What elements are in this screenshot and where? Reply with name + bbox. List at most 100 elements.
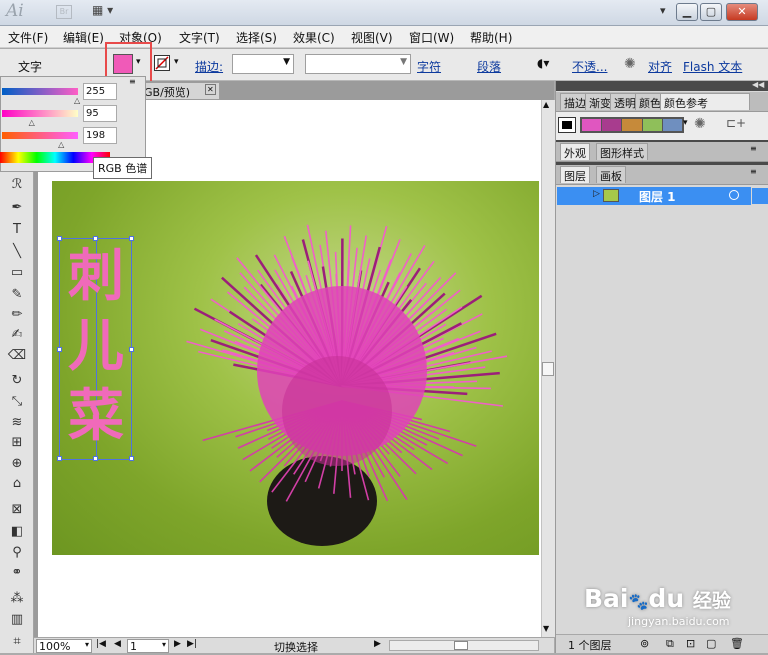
rotate-tool-icon[interactable]: ↻ [6, 372, 28, 390]
new-layer-icon[interactable]: ▢ [706, 637, 716, 650]
green-slider[interactable] [2, 110, 78, 117]
mode-arrow-icon[interactable]: ▶ [374, 639, 381, 649]
harmony-swatches[interactable] [580, 117, 684, 133]
green-value-field[interactable]: 95 [83, 105, 117, 122]
red-value-field[interactable]: 255 [83, 83, 117, 100]
menu-view[interactable]: 视图(V) [351, 29, 393, 46]
rectangle-tool-icon[interactable]: ▭ [6, 264, 28, 282]
paragraph-link[interactable]: 段落 [477, 58, 501, 75]
free-transform-tool-icon[interactable]: ⊞ [6, 434, 28, 452]
expand-triangle-icon[interactable]: ▷ [593, 189, 600, 199]
menu-type[interactable]: 文字(T) [179, 29, 220, 46]
selection-handle[interactable] [57, 456, 62, 461]
scroll-down-icon[interactable]: ▼ [543, 624, 549, 633]
panel-menu-icon[interactable]: ≡ [129, 77, 136, 86]
blend-tool-icon[interactable]: ⚭ [6, 564, 28, 582]
harmony-swatch[interactable] [643, 119, 662, 131]
character-link[interactable]: 字符 [417, 58, 441, 75]
shape-builder-tool-icon[interactable]: ⊕ [6, 455, 28, 473]
scroll-thumb[interactable] [454, 641, 468, 650]
perspective-grid-tool-icon[interactable]: ⌂ [6, 475, 28, 493]
tab-color-guide[interactable]: 颜色参考 [660, 93, 750, 110]
symbol-sprayer-tool-icon[interactable]: ⁂ [6, 590, 28, 608]
horizontal-scrollbar[interactable] [389, 640, 539, 651]
stroke-label[interactable]: 描边: [195, 58, 223, 75]
recolor-icon[interactable]: ✺ [624, 56, 636, 72]
artboard-tool-icon[interactable]: ⌗ [6, 633, 28, 651]
tab-artboards[interactable]: 画板 [596, 166, 626, 183]
font-family-field[interactable]: ▼ [305, 54, 411, 74]
stroke-weight-field[interactable]: ▼ [232, 54, 294, 74]
menu-effect[interactable]: 效果(C) [293, 29, 335, 46]
menu-window[interactable]: 窗口(W) [409, 29, 454, 46]
bridge-button[interactable]: Br [56, 5, 72, 19]
warp-tool-icon[interactable]: ≋ [6, 414, 28, 432]
collapse-panels-icon[interactable]: ◀◀ [752, 80, 764, 89]
arrange-documents-icon[interactable]: ▦ ▾ [92, 3, 122, 21]
line-tool-icon[interactable]: ╲ [6, 243, 28, 261]
workspace-dropdown-icon[interactable]: ▾ [660, 4, 666, 17]
harmony-swatch[interactable] [602, 119, 621, 131]
selection-handle[interactable] [93, 236, 98, 241]
close-button[interactable]: ✕ [726, 3, 758, 21]
selection-handle[interactable] [93, 456, 98, 461]
type-tool-icon[interactable]: T [6, 221, 28, 239]
stroke-color-swatch[interactable] [154, 55, 170, 71]
maximize-button[interactable]: ▢ [700, 3, 722, 21]
align-link[interactable]: 对齐 [648, 58, 672, 75]
target-circle-icon[interactable] [729, 190, 739, 200]
tab-appearance[interactable]: 外观 [560, 143, 590, 160]
eraser-tool-icon[interactable]: ⌫ [6, 347, 28, 365]
menu-select[interactable]: 选择(S) [236, 29, 277, 46]
edit-colors-icon[interactable]: ✺ [694, 116, 706, 132]
eyedropper-tool-icon[interactable]: ⚲ [6, 544, 28, 562]
vertical-scrollbar[interactable]: ▲ ▼ [541, 100, 555, 637]
blob-brush-tool-icon[interactable]: ✍ [6, 326, 28, 344]
make-clipping-mask-icon[interactable]: ⧉ [666, 637, 674, 651]
selection-handle[interactable] [57, 236, 62, 241]
paintbrush-tool-icon[interactable]: ✎ [6, 286, 28, 304]
zoom-field[interactable]: 100%▾ [36, 639, 92, 653]
style-icon[interactable]: ◖▾ [537, 56, 557, 72]
vertical-text[interactable]: 刺 儿 菜 [61, 242, 131, 452]
selection-handle[interactable] [129, 236, 134, 241]
gradient-tool-icon[interactable]: ◧ [6, 523, 28, 541]
close-icon[interactable]: ✕ [205, 84, 216, 95]
first-page-icon[interactable]: |◀ [96, 639, 106, 649]
slider-thumb[interactable]: △ [58, 140, 64, 149]
harmony-dropdown-icon[interactable]: ▾ [683, 118, 688, 128]
prev-page-icon[interactable]: ◀ [114, 639, 121, 649]
scale-tool-icon[interactable]: ⤡ [6, 393, 28, 411]
blue-slider[interactable] [2, 132, 78, 139]
menu-file[interactable]: 文件(F) [8, 29, 48, 46]
delete-layer-icon[interactable]: 🗑 [730, 637, 744, 650]
tab-graphic-styles[interactable]: 图形样式 [596, 143, 648, 160]
opacity-link[interactable]: 不透... [572, 58, 607, 75]
mesh-tool-icon[interactable]: ⊠ [6, 501, 28, 519]
red-slider[interactable] [2, 88, 78, 95]
document-tab[interactable]: GB/预览) ✕ [140, 82, 220, 100]
flash-text-link[interactable]: Flash 文本 [683, 58, 742, 75]
layer-row[interactable]: ▷ 图层 1 [557, 187, 751, 205]
slider-thumb[interactable]: △ [29, 118, 35, 127]
minimize-button[interactable]: ▁ [676, 3, 698, 21]
mode-label[interactable]: 切换选择 [208, 639, 384, 653]
harmony-swatch[interactable] [622, 119, 641, 131]
pen-tool-icon[interactable]: ✒ [6, 199, 28, 217]
harmony-swatch[interactable] [663, 119, 682, 131]
harmony-swatch[interactable] [582, 119, 601, 131]
last-page-icon[interactable]: ▶| [187, 639, 197, 649]
stroke-dropdown-icon[interactable]: ▾ [174, 57, 179, 67]
current-color-swatch[interactable] [558, 117, 576, 133]
scroll-thumb[interactable] [542, 362, 554, 376]
panel-menu-icon[interactable]: ≡ [750, 144, 757, 153]
scroll-up-icon[interactable]: ▲ [543, 100, 549, 109]
page-field[interactable]: 1▾ [127, 639, 169, 653]
menu-help[interactable]: 帮助(H) [470, 29, 512, 46]
new-sublayer-icon[interactable]: ⊡ [686, 637, 695, 650]
next-page-icon[interactable]: ▶ [174, 639, 181, 649]
locate-object-icon[interactable]: ⊚ [640, 637, 649, 650]
panel-menu-icon[interactable]: ≡ [750, 167, 757, 176]
menu-edit[interactable]: 编辑(E) [63, 29, 104, 46]
blue-value-field[interactable]: 198 [83, 127, 117, 144]
